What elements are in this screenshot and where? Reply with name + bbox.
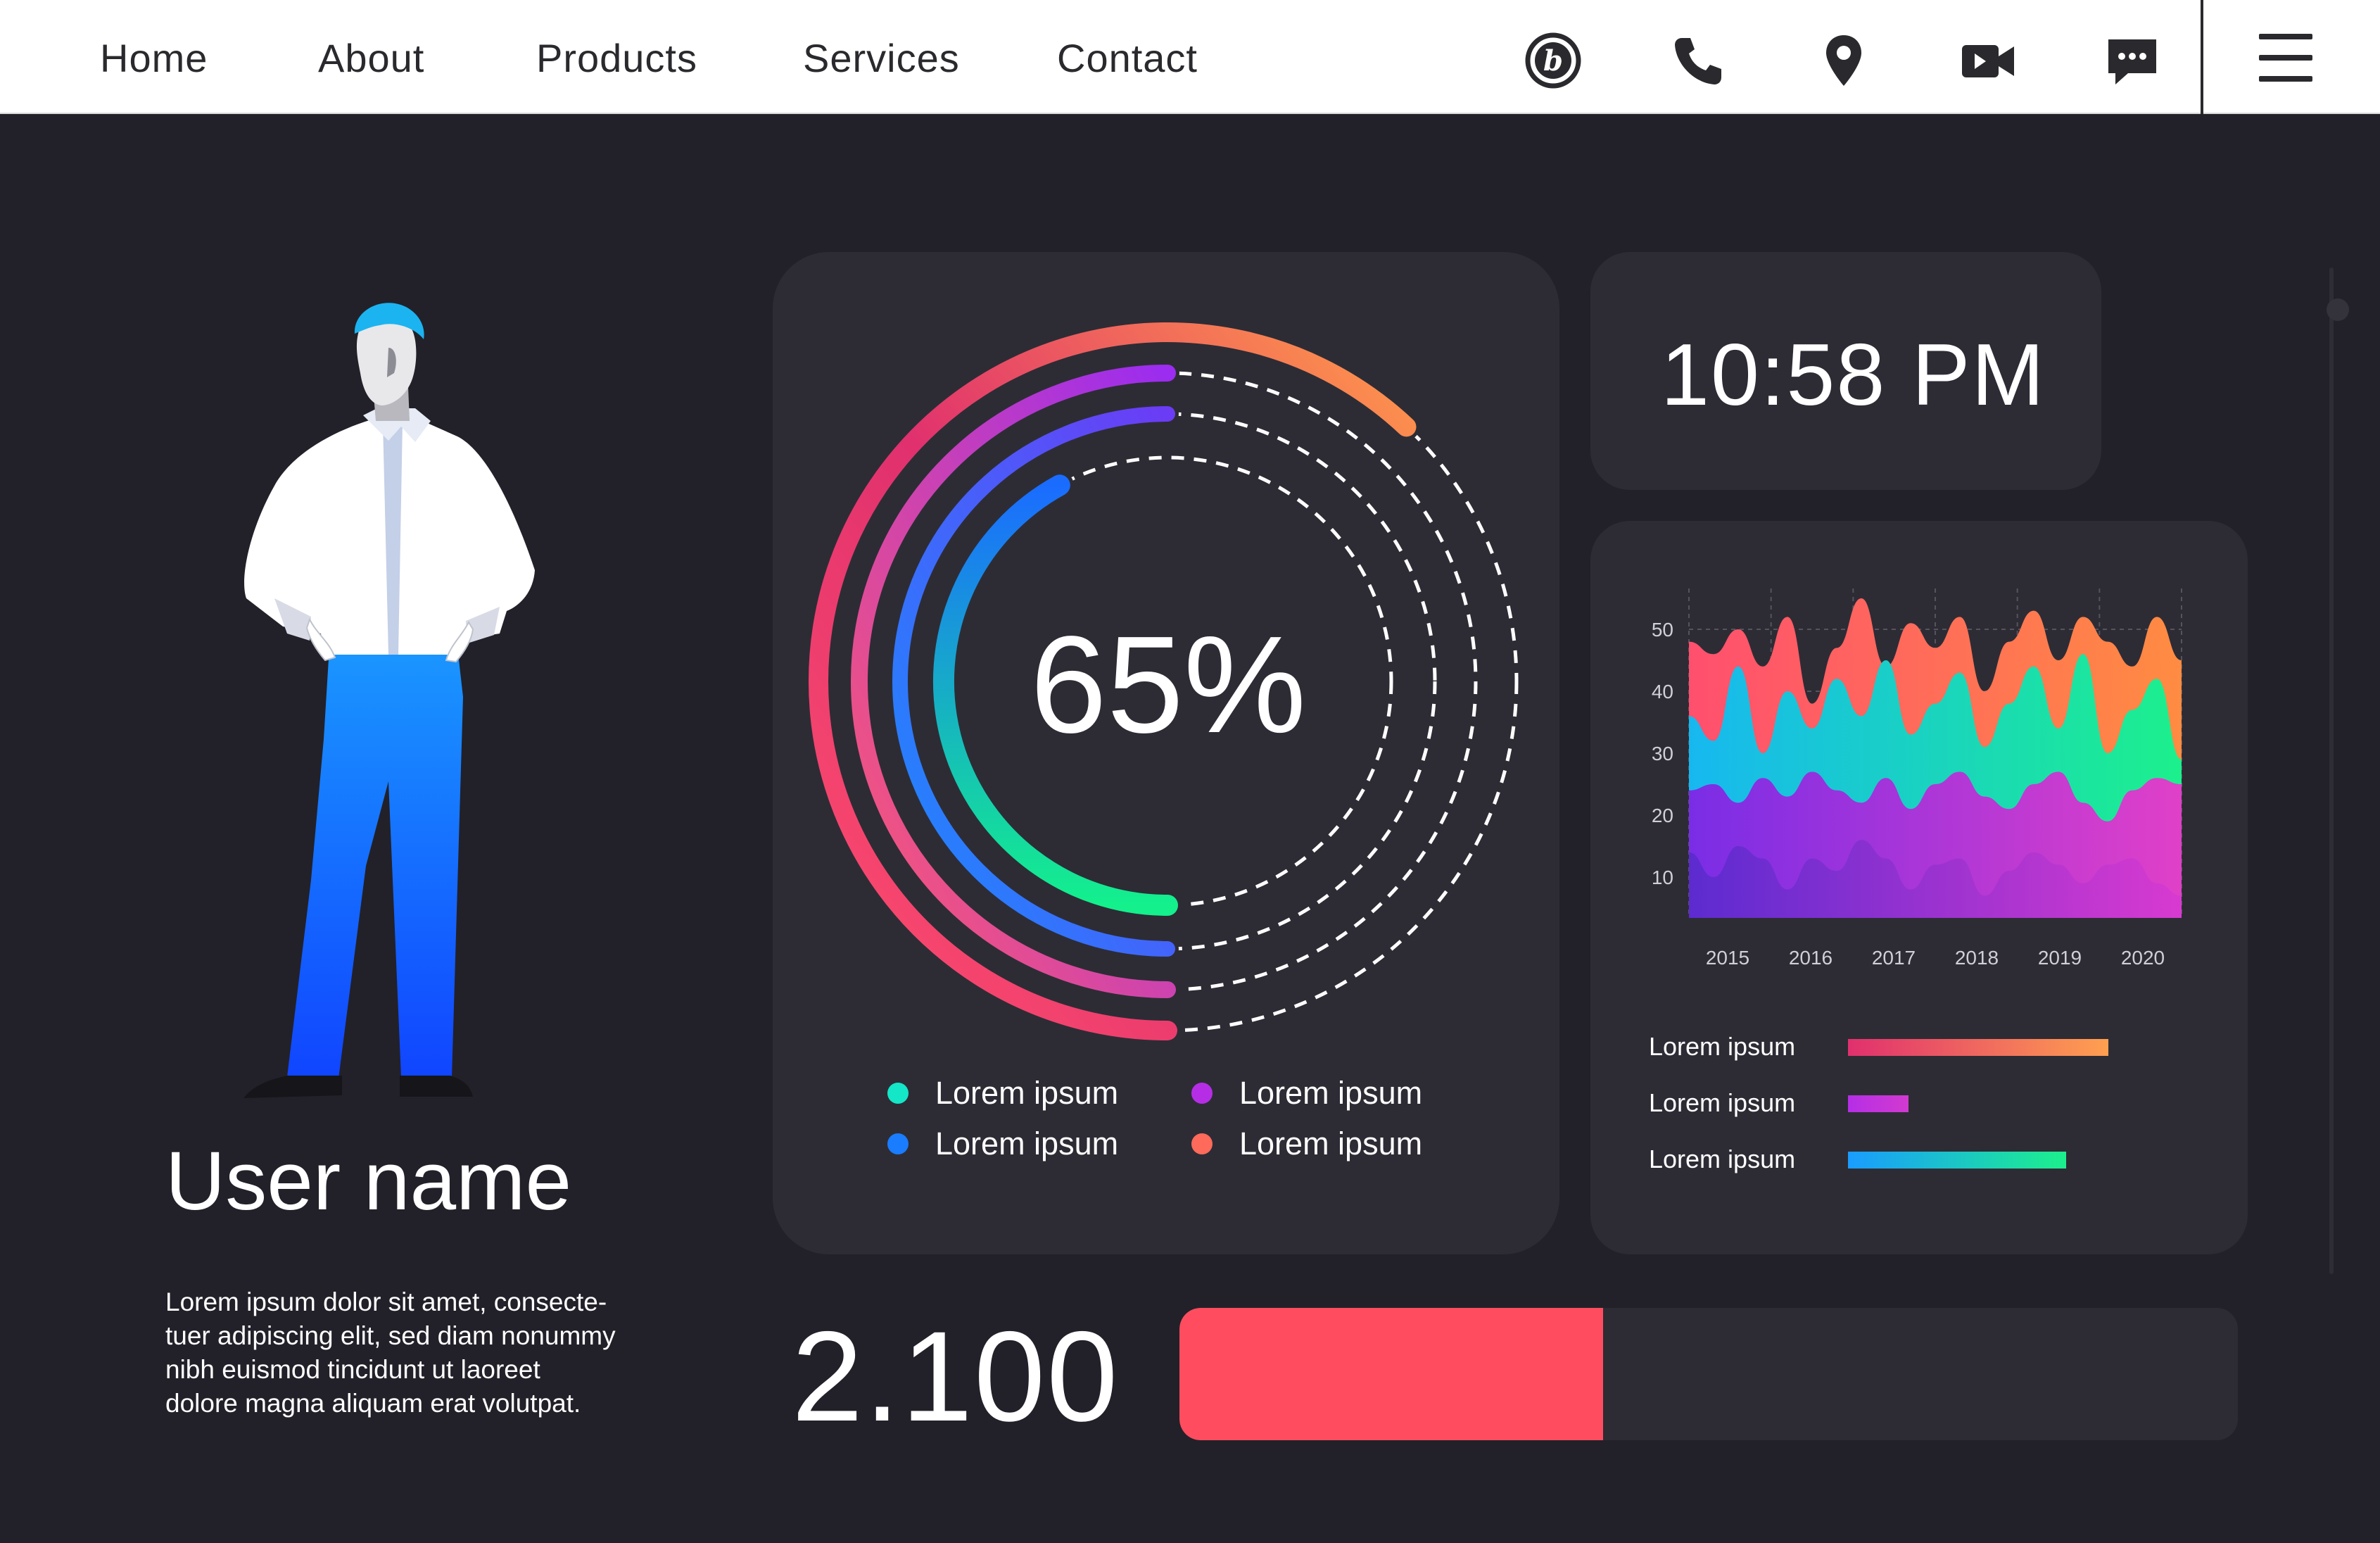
x-tick-label: 2020 [2121,947,2165,969]
legend-dot [1191,1133,1213,1154]
nav-link-home[interactable]: Home [100,35,208,81]
x-tick-label: 2015 [1706,947,1749,969]
user-description-line: Lorem ipsum dolor sit amet, consecte- [165,1287,607,1316]
legend-item: Lorem ipsum [887,1072,1118,1114]
summary-value: 2.100 [792,1304,1120,1448]
bar-legend-label: Lorem ipsum [1649,1032,1796,1061]
y-tick-label: 50 [1652,619,1673,641]
legend-label: Lorem ipsum [1239,1075,1423,1111]
location-pin-icon[interactable] [1814,31,1873,90]
legend-label: Lorem ipsum [1239,1126,1423,1161]
bar-legend-bar [1848,1039,2108,1056]
user-description-line: tuer adipiscing elit, sed diam nonummy [165,1321,616,1350]
svg-text:b: b [1543,44,1563,77]
user-description-line: dolore magna aliquam erat volutpat. [165,1389,581,1418]
area-chart: 10 20 30 40 50 2015 2016 2017 2018 2019 2020 [1652,588,2182,969]
legend-dot [1191,1083,1213,1104]
bar-legend-bar [1848,1152,2066,1169]
user-description: Lorem ipsum dolor sit amet, consecte- tu… [165,1285,658,1421]
y-tick-label: 40 [1652,681,1673,703]
menu-icon[interactable] [2259,32,2312,83]
bar-legend-label: Lorem ipsum [1649,1088,1796,1117]
summary-progress-bar [1179,1308,2238,1440]
legend-item: Lorem ipsum [1191,1123,1422,1165]
nav-link-about[interactable]: About [318,35,424,81]
clock-time: 10:58 PM [1661,327,2046,424]
top-navigation-bar: Home About Products Services Contact b [0,0,2380,114]
y-tick-label: 10 [1652,867,1673,888]
nav-link-contact[interactable]: Contact [1057,35,1198,81]
nav-divider [2201,0,2203,114]
bar-legend-label: Lorem ipsum [1649,1145,1796,1173]
summary-progress-fill [1179,1308,1603,1440]
user-name-heading: User name [165,1135,572,1228]
nav-link-products[interactable]: Products [536,35,697,81]
user-avatar-illustration [243,303,535,1098]
y-tick-label: 30 [1652,743,1673,764]
x-tick-label: 2018 [1955,947,1999,969]
chat-icon[interactable] [2103,31,2162,90]
legend-label: Lorem ipsum [935,1126,1119,1161]
nav-link-services[interactable]: Services [803,35,960,81]
phone-icon[interactable] [1669,31,1728,90]
brand-b-icon[interactable]: b [1524,31,1583,90]
donut-percentage-label: 65% [1030,607,1307,762]
scrollbar-thumb[interactable] [2327,298,2349,321]
x-tick-label: 2016 [1789,947,1833,969]
bar-legend-bar [1848,1095,1909,1112]
vertical-scrollbar[interactable] [2329,267,2334,1274]
legend-item: Lorem ipsum [1191,1072,1422,1114]
legend-dot [887,1083,909,1104]
x-tick-label: 2019 [2038,947,2082,969]
user-description-line: nibh euismod tincidunt ut laoreet [165,1355,540,1384]
x-tick-label: 2017 [1872,947,1916,969]
dashboard-app: Home About Products Services Contact b U… [0,0,2380,1543]
legend-item: Lorem ipsum [887,1123,1118,1165]
y-tick-label: 20 [1652,805,1673,826]
legend-label: Lorem ipsum [935,1075,1119,1111]
video-camera-icon[interactable] [1958,31,2017,90]
legend-dot [887,1133,909,1154]
